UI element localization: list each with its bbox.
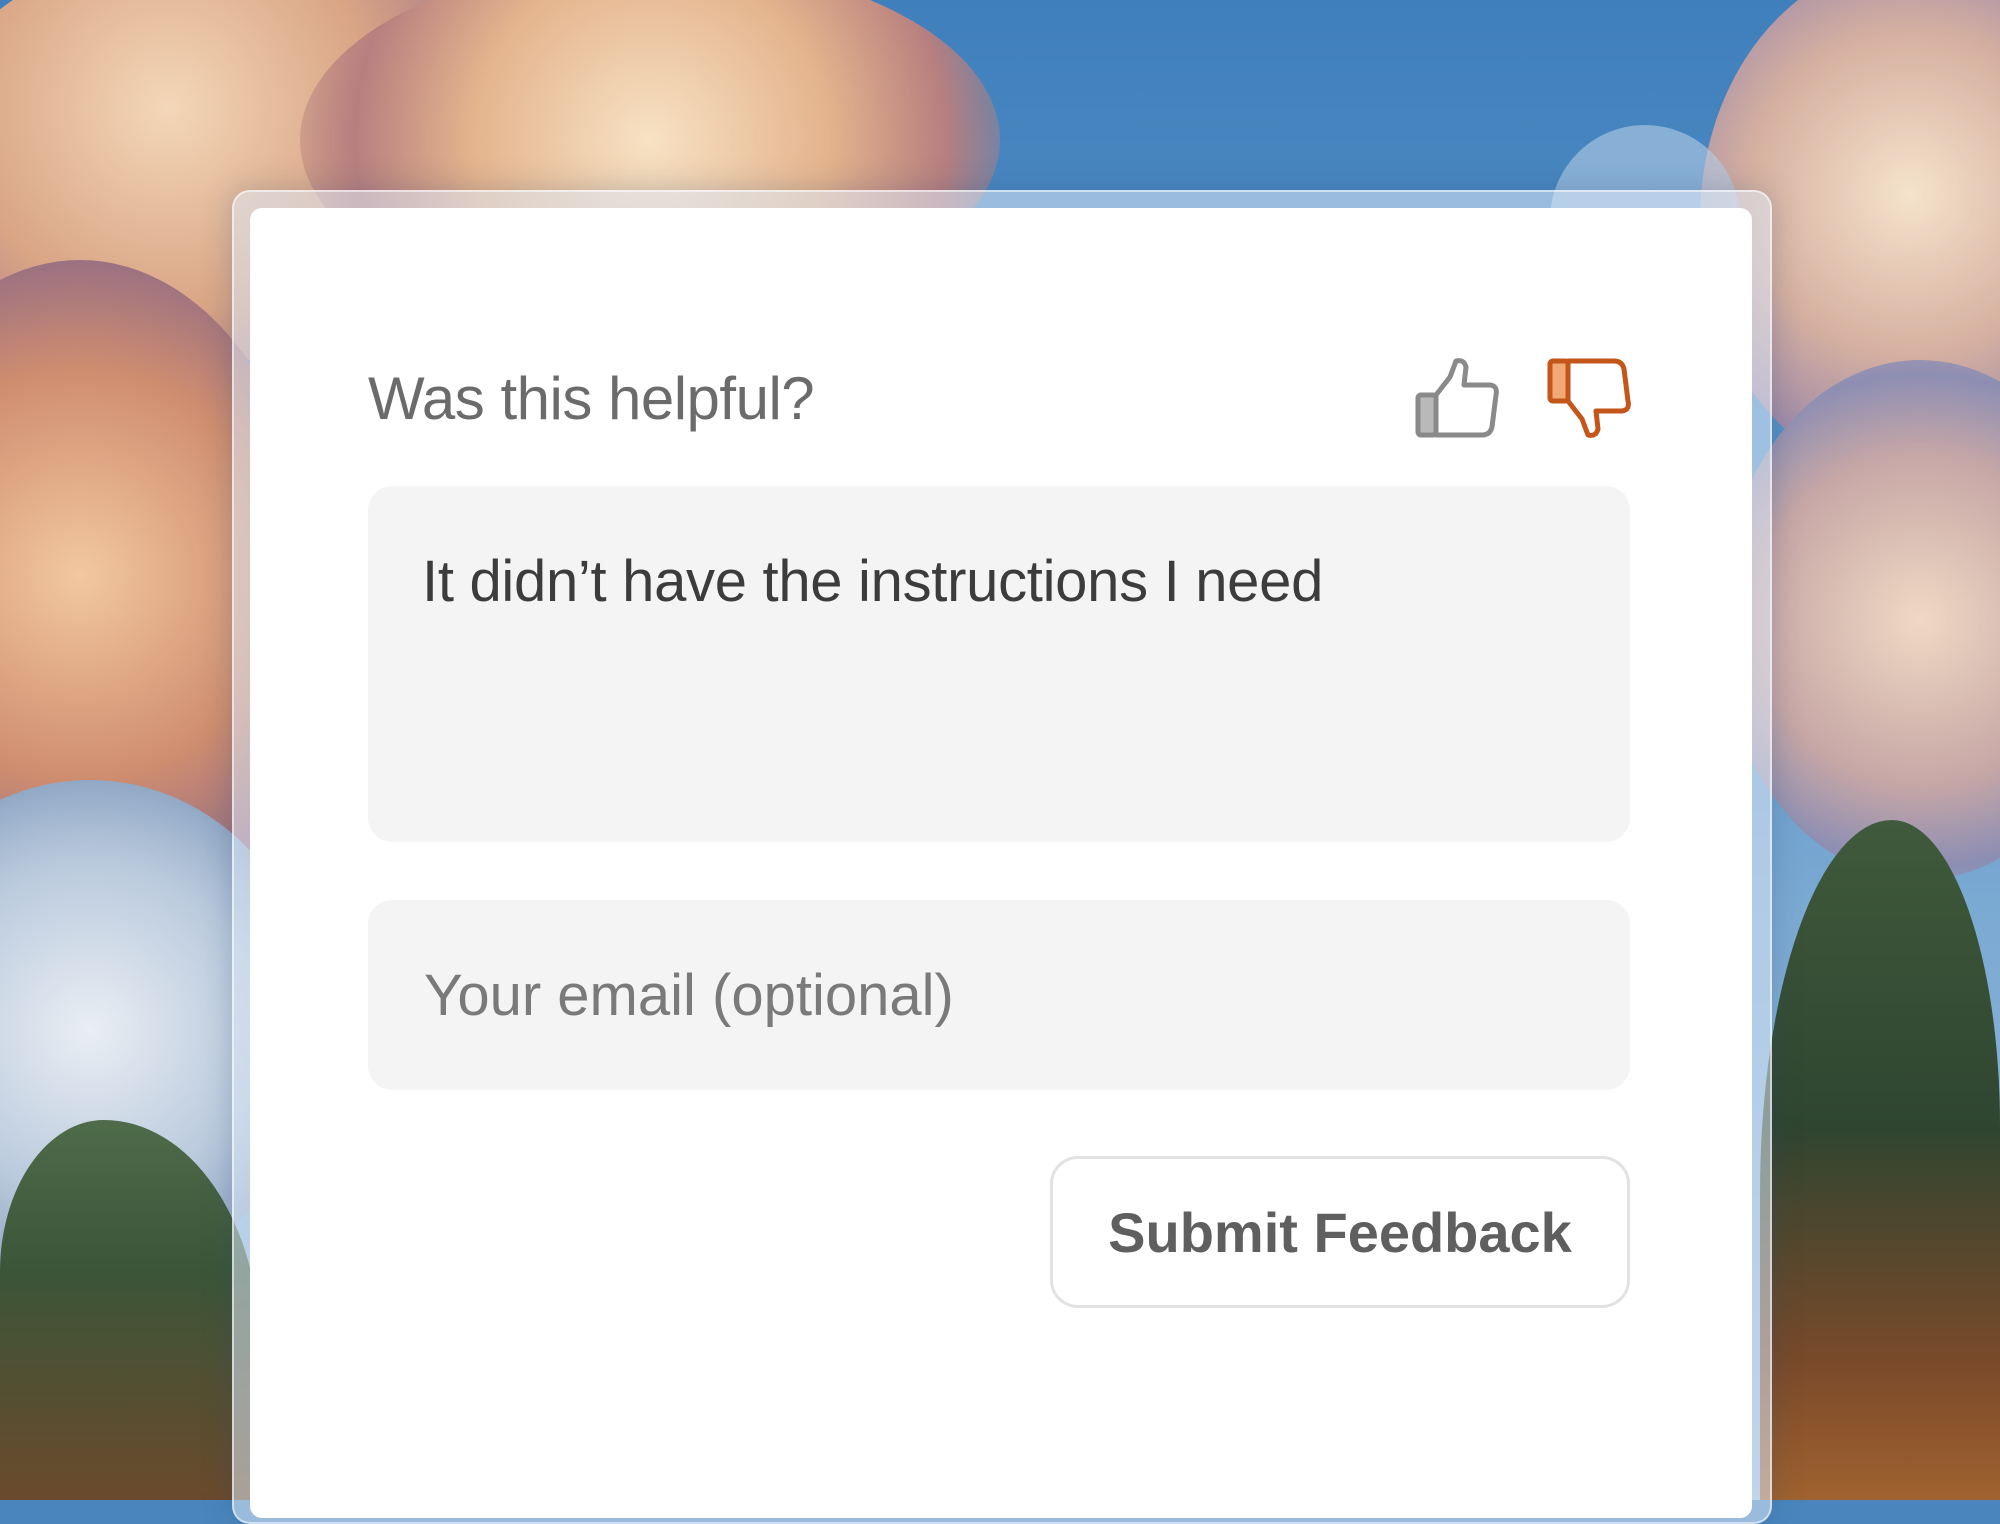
comment-text: It didn’t have the instructions I need	[422, 549, 1324, 614]
feedback-header: Was this helpful?	[368, 348, 1634, 448]
thumbs-down-icon	[1547, 358, 1631, 438]
feedback-card: Was this helpful? It didn’t have the ins…	[250, 208, 1752, 1518]
comment-textarea[interactable]: It didn’t have the instructions I need	[368, 486, 1630, 842]
email-field-container	[368, 900, 1630, 1090]
thumbs-up-button[interactable]	[1412, 353, 1502, 443]
email-field[interactable]	[422, 960, 1576, 1030]
submit-feedback-button[interactable]: Submit Feedback	[1050, 1156, 1630, 1308]
vote-buttons	[1412, 353, 1634, 443]
thumbs-up-icon	[1415, 358, 1499, 438]
thumbs-down-button[interactable]	[1544, 353, 1634, 443]
feedback-question: Was this helpful?	[368, 364, 815, 432]
